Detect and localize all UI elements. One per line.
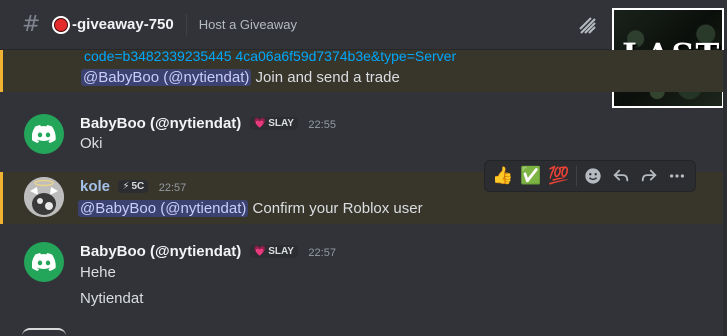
message-text: Confirm your Roblox user <box>252 200 423 217</box>
heart-icon: 💗 <box>253 118 267 129</box>
message-header: kole ⚡ 5C 22:57 <box>80 178 186 196</box>
add-reaction-icon[interactable] <box>580 162 608 190</box>
scrollbar[interactable] <box>723 50 727 336</box>
message-content: @BabyBoo (@nytiendat) Confirm your Roblo… <box>78 200 423 217</box>
invite-link[interactable]: code=b3482339235445 4ca06a6f59d7374b3e&t… <box>84 48 456 64</box>
threads-icon[interactable] <box>576 14 600 38</box>
avatar[interactable] <box>24 242 64 282</box>
reaction-thumbs-up[interactable]: 👍 <box>489 162 517 190</box>
smiley-icon <box>585 168 602 184</box>
reply-icon[interactable] <box>607 162 635 190</box>
message-header: BabyBoo (@nytiendat) 💗 SLAY 22:57 <box>80 243 336 261</box>
role-badge: ⚡ 5C <box>118 180 149 193</box>
timestamp[interactable]: 22:57 <box>308 247 336 259</box>
user-mention[interactable]: @BabyBoo (@nytiendat) <box>81 69 252 86</box>
red-circle-emoji <box>52 15 70 34</box>
message-content: @BabyBoo (@nytiendat) Join and send a tr… <box>81 69 400 86</box>
reply-arrow-icon <box>613 169 629 182</box>
kole-avatar-image <box>24 177 64 217</box>
more-icon[interactable] <box>663 162 691 190</box>
message-text: Hehe <box>80 264 116 281</box>
timestamp[interactable]: 22:55 <box>308 119 336 131</box>
role-badge: 💗 SLAY <box>249 117 298 130</box>
next-avatar-partial <box>22 328 66 336</box>
badge-label: 5C <box>131 181 145 192</box>
channel-name: -giveaway-750 <box>72 16 174 33</box>
forward-arrow-icon <box>642 169 657 182</box>
message-text: Nytiendat <box>80 290 144 307</box>
username[interactable]: kole <box>80 178 110 195</box>
avatar[interactable] <box>24 114 64 154</box>
user-mention[interactable]: @BabyBoo (@nytiendat) <box>78 200 249 217</box>
badge-label: SLAY <box>268 246 294 257</box>
username[interactable]: BabyBoo (@nytiendat) <box>80 115 241 132</box>
forward-icon[interactable] <box>635 162 663 190</box>
channel-hash-icon: # <box>22 12 41 37</box>
channel-topic[interactable]: Host a Giveaway <box>199 17 297 32</box>
timestamp[interactable]: 22:57 <box>159 182 187 194</box>
reaction-check[interactable]: ✅ <box>517 162 545 190</box>
reaction-hundred[interactable]: 💯 <box>545 162 573 190</box>
message-actions-toolbar: 👍 ✅ 💯 <box>484 160 696 192</box>
discord-logo-icon <box>32 253 56 271</box>
toolbar-divider <box>575 166 577 186</box>
header-divider <box>185 13 187 36</box>
role-badge: 💗 SLAY <box>249 245 298 258</box>
message-text: Join and send a trade <box>255 69 400 86</box>
mentioned-message: code=b3482339235445 4ca06a6f59d7374b3e&t… <box>0 48 727 92</box>
ellipsis-icon <box>670 174 685 178</box>
username[interactable]: BabyBoo (@nytiendat) <box>80 243 241 260</box>
badge-label: SLAY <box>268 118 294 129</box>
lightning-icon: ⚡ <box>122 181 130 192</box>
avatar[interactable] <box>24 177 64 217</box>
discord-logo-icon <box>32 125 56 143</box>
message-list: code=b3482339235445 4ca06a6f59d7374b3e&t… <box>0 48 727 336</box>
heart-icon: 💗 <box>253 246 267 257</box>
message-text: Oki <box>80 135 103 152</box>
message-header: BabyBoo (@nytiendat) 💗 SLAY 22:55 <box>80 115 336 133</box>
